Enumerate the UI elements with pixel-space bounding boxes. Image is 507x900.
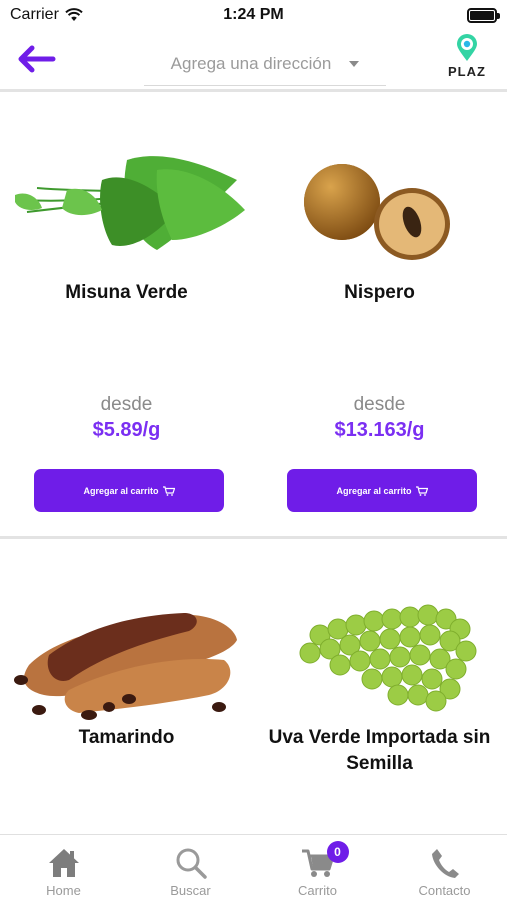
tab-label: Carrito — [297, 883, 337, 898]
chevron-down-icon — [349, 60, 360, 67]
product-card[interactable]: Uva Verde Importada sin Semilla — [253, 540, 506, 834]
app-header: Agrega una dirección PLAZ — [0, 30, 507, 92]
product-card[interactable]: Misuna Verde desde $5.89/g Agregar al ca… — [0, 96, 253, 536]
row-divider — [0, 536, 507, 539]
product-image — [253, 595, 506, 725]
price-from-label: desde — [100, 394, 153, 415]
status-bar: Carrier 1:24 PM — [0, 0, 507, 30]
battery-icon — [467, 8, 500, 23]
search-icon — [175, 845, 207, 881]
tab-label: Contacto — [418, 883, 471, 898]
product-name: Uva Verde Importada sin Semilla — [268, 727, 491, 774]
add-to-cart-label: Agregar al carrito — [336, 485, 412, 496]
cart-icon — [162, 485, 175, 496]
product-name: Misuna Verde — [65, 282, 188, 303]
add-to-cart-label: Agregar al carrito — [83, 485, 159, 496]
product-image — [0, 595, 253, 725]
tab-home[interactable]: Home — [0, 835, 127, 900]
tab-label: Buscar — [170, 883, 211, 898]
product-name: Nispero — [344, 282, 415, 303]
cart-icon — [415, 485, 428, 496]
add-to-cart-button[interactable]: Agregar al carrito — [287, 469, 477, 512]
address-placeholder: Agrega una dirección — [170, 53, 332, 73]
price-from-label: desde — [353, 394, 406, 415]
cart-icon: 0 — [301, 841, 349, 881]
product-card[interactable]: Tamarindo — [0, 540, 253, 834]
back-button[interactable] — [14, 42, 58, 76]
tab-contact[interactable]: Contacto — [381, 835, 507, 900]
cart-count-badge: 0 — [326, 841, 349, 863]
tab-cart[interactable]: 0 Carrito — [254, 835, 381, 900]
clock: 1:24 PM — [223, 6, 284, 23]
product-image — [253, 154, 506, 264]
product-price: $13.163/g — [334, 419, 425, 441]
tab-bar: Home Buscar 0 Carrito Contacto — [0, 834, 507, 900]
home-icon — [48, 845, 80, 881]
add-to-cart-button[interactable]: Agregar al carrito — [34, 469, 224, 512]
phone-icon — [430, 845, 460, 881]
product-price: $5.89/g — [92, 419, 161, 441]
brand-logo: PLAZ — [445, 34, 489, 84]
product-name: Tamarindo — [78, 727, 175, 748]
address-selector[interactable]: Agrega una dirección — [144, 42, 386, 86]
back-arrow-icon — [18, 45, 56, 73]
pin-leaf-icon — [457, 34, 477, 61]
logo-text: PLAZ — [448, 64, 486, 79]
product-card[interactable]: Nispero desde $13.163/g Agregar al carri… — [253, 96, 506, 536]
tab-search[interactable]: Buscar — [127, 835, 254, 900]
product-image — [0, 140, 253, 268]
tab-label: Home — [46, 883, 81, 898]
